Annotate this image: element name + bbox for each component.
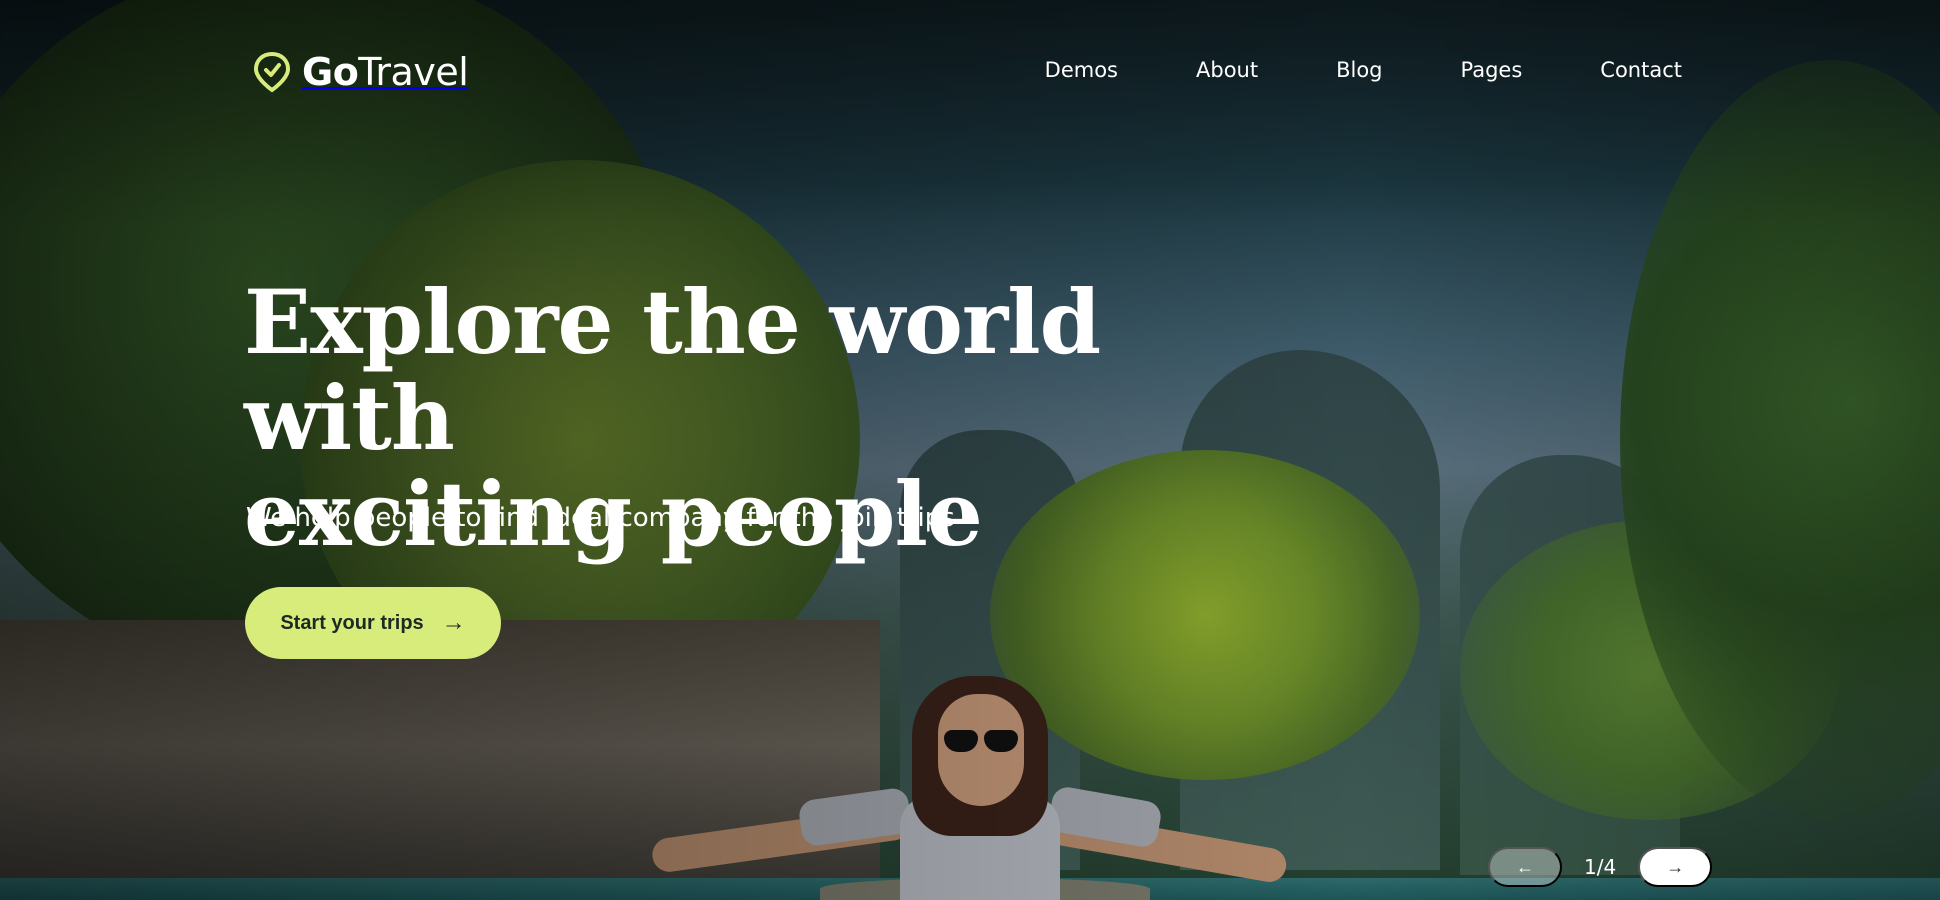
- arrow-right-icon: →: [441, 609, 466, 636]
- location-pin-icon: [253, 51, 291, 93]
- start-trips-button[interactable]: Start your trips →: [245, 587, 501, 659]
- slide-counter: 1/4: [1584, 855, 1617, 879]
- nav-item-blog[interactable]: Blog: [1336, 58, 1382, 82]
- nav-item-contact[interactable]: Contact: [1600, 58, 1682, 82]
- brand-logo[interactable]: GoTravel: [252, 50, 469, 94]
- brand-name: GoTravel: [302, 50, 469, 94]
- slider-controls: ← 1/4 →: [1488, 847, 1713, 887]
- top-navigation: GoTravel Demos About Blog Pages Contact: [0, 0, 1940, 140]
- previous-slide-button[interactable]: ←: [1488, 847, 1562, 887]
- main-menu: Demos About Blog Pages Contact: [1045, 58, 1682, 82]
- arrow-right-icon: →: [1666, 856, 1685, 877]
- nav-item-about[interactable]: About: [1196, 58, 1258, 82]
- nav-item-pages[interactable]: Pages: [1461, 58, 1523, 82]
- hero-subtitle: We help people to find ideal company for…: [246, 503, 955, 533]
- nav-item-demos[interactable]: Demos: [1045, 58, 1118, 82]
- arrow-left-icon: ←: [1516, 856, 1534, 877]
- start-trips-label: Start your trips: [280, 611, 424, 634]
- next-slide-button[interactable]: →: [1638, 847, 1713, 887]
- hero-headline-line1: Explore the world with: [244, 270, 1101, 470]
- hero-section: GoTravel Demos About Blog Pages Contact …: [0, 0, 1940, 900]
